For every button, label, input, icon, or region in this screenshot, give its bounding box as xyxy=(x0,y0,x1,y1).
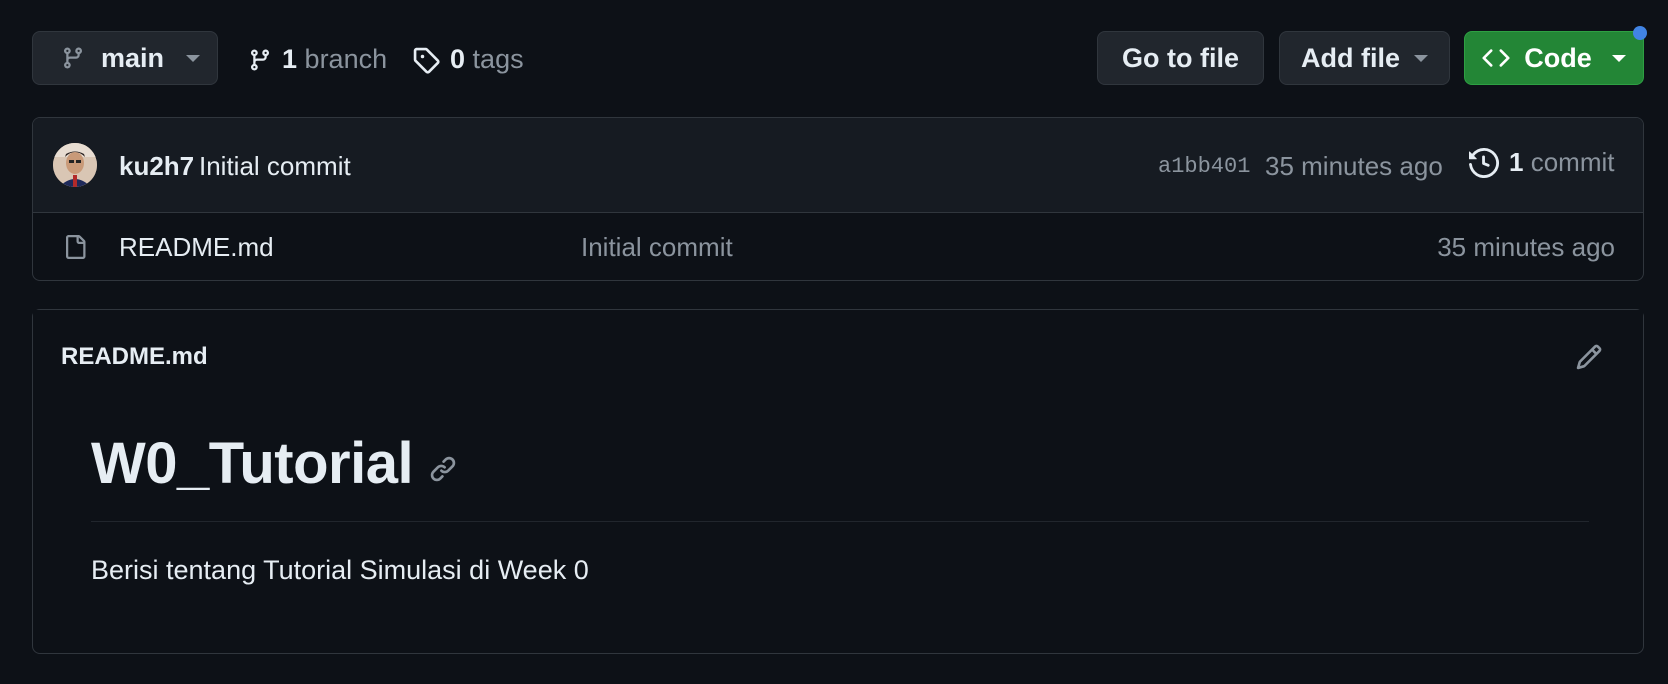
file-row[interactable]: README.md Initial commit 35 minutes ago xyxy=(33,212,1643,280)
git-branch-icon xyxy=(61,44,85,72)
readme-paragraph: Berisi tentang Tutorial Simulasi di Week… xyxy=(91,555,589,585)
readme-header: README.md xyxy=(33,310,1643,402)
tag-count: 0 xyxy=(450,44,466,74)
readme-filename[interactable]: README.md xyxy=(61,343,208,371)
file-browser: ku2h7 Initial commit a1bb401 35 minutes … xyxy=(32,117,1644,281)
tags-link[interactable]: 0 tags xyxy=(412,44,524,75)
chevron-down-icon xyxy=(186,54,201,62)
branch-name: main xyxy=(101,42,165,73)
commit-sha[interactable]: a1bb401 xyxy=(1158,154,1250,179)
latest-commit-row: ku2h7 Initial commit a1bb401 35 minutes … xyxy=(33,118,1643,213)
link-icon[interactable] xyxy=(429,455,457,483)
branch-label: branch xyxy=(304,44,388,74)
branch-select-button[interactable]: main xyxy=(32,31,218,85)
file-icon xyxy=(63,232,87,262)
commit-time: 35 minutes ago xyxy=(1265,151,1443,181)
git-branch-icon xyxy=(248,46,272,74)
readme-heading: W0_Tutorial xyxy=(91,430,457,497)
file-name-link[interactable]: README.md xyxy=(119,232,274,263)
history-icon xyxy=(1469,147,1499,178)
commit-count: 1 xyxy=(1509,147,1524,177)
file-commit-message[interactable]: Initial commit xyxy=(581,232,733,263)
branch-count: 1 xyxy=(282,44,298,74)
add-file-button[interactable]: Add file xyxy=(1279,31,1450,85)
readme-panel: README.md W0_Tutorial Berisi tentang Tut… xyxy=(32,309,1644,654)
tag-icon xyxy=(412,46,440,74)
tag-label: tags xyxy=(472,44,524,74)
readme-heading-text: W0_Tutorial xyxy=(91,431,414,496)
chevron-down-icon xyxy=(1414,54,1428,62)
code-button[interactable]: Code xyxy=(1464,31,1644,85)
go-to-file-button[interactable]: Go to file xyxy=(1097,31,1264,85)
commit-history-link[interactable]: 1 commit xyxy=(1469,147,1614,178)
code-label: Code xyxy=(1524,42,1592,73)
avatar[interactable] xyxy=(53,143,97,187)
commit-message[interactable]: Initial commit xyxy=(199,151,351,182)
heading-divider xyxy=(91,521,1589,522)
commit-author[interactable]: ku2h7 xyxy=(119,151,194,182)
pencil-icon[interactable] xyxy=(1575,343,1603,371)
branches-link[interactable]: 1 branch xyxy=(248,44,387,75)
commit-label: commit xyxy=(1530,147,1615,177)
notification-dot xyxy=(1633,26,1647,40)
add-file-label: Add file xyxy=(1301,42,1400,73)
chevron-down-icon xyxy=(1611,54,1626,62)
file-time: 35 minutes ago xyxy=(1437,232,1615,262)
code-icon xyxy=(1482,44,1510,72)
